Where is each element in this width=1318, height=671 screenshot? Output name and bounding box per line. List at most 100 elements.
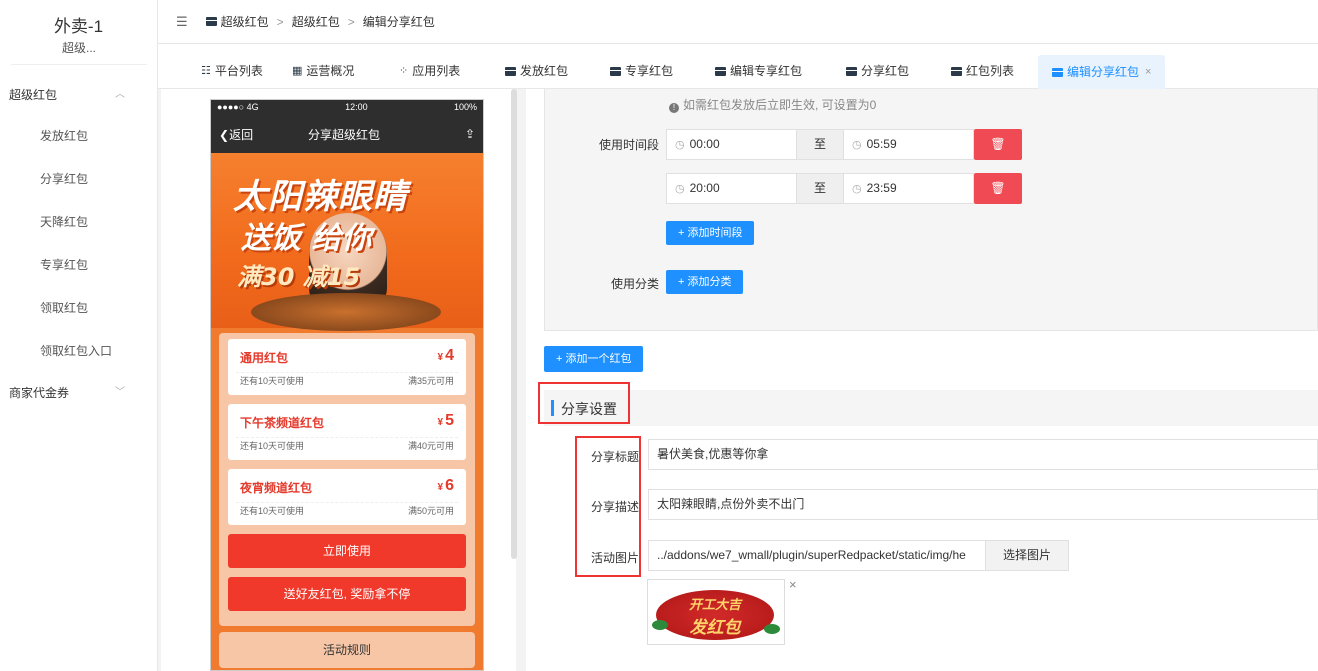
sidebar-item-receive-entry[interactable]: 领取红包入口	[0, 330, 157, 373]
breadcrumb-item[interactable]: 超级红包	[221, 13, 269, 30]
highlight-box-section	[538, 382, 630, 424]
category-label: 使用分类	[610, 277, 659, 291]
choose-image-button[interactable]: 选择图片	[985, 540, 1069, 571]
apps-icon: ⁘	[399, 65, 409, 77]
dashboard-icon: ▦	[292, 65, 303, 77]
coupon-card: 下午茶频道红包 ¥5 还有10天可使用 满40元可用	[228, 404, 466, 460]
tab-app-list[interactable]: ⁘ 应用列表	[399, 56, 460, 89]
breadcrumb-item: 编辑分享红包	[362, 15, 435, 29]
coupon-card: 夜宵频道红包 ¥6 还有10天可使用 满50元可用	[228, 469, 466, 525]
start-time-input[interactable]: ◷ 20:00	[666, 173, 797, 204]
use-now-button[interactable]: 立即使用	[228, 534, 466, 568]
envelope-icon	[715, 67, 726, 76]
sidebar-item-exclusive[interactable]: 专享红包	[0, 244, 157, 287]
tab-bar: ☷ 平台列表 ▦ 运营概况 ⁘ 应用列表 发放红包 专享红包 编辑专享红包 分享红包 …	[158, 44, 1318, 89]
topbar: ☰ 超级红包 > 超级红包 > 编辑分享红包	[158, 0, 1318, 44]
tab-edit-exclusive[interactable]: 编辑专享红包	[715, 56, 802, 89]
envelope-icon	[610, 67, 621, 76]
remove-image-icon[interactable]: ×	[789, 577, 797, 592]
activity-rules-button[interactable]: 活动规则	[219, 632, 475, 668]
clock-icon: ◷	[852, 183, 862, 195]
phone-back-button[interactable]: ❮返回	[219, 126, 253, 143]
time-range-label: 使用时间段	[598, 138, 659, 152]
chevron-up-icon: ︿	[115, 89, 125, 100]
phone-status-bar: ●●●●○ 4G 12:00 100%	[211, 100, 483, 115]
sidebar-item-receive[interactable]: 领取红包	[0, 287, 157, 330]
banner-subline: 送饭 给你	[241, 221, 372, 256]
tab-share-redpacket[interactable]: 分享红包	[846, 56, 909, 89]
start-time-input[interactable]: ◷ 00:00	[666, 129, 797, 160]
preview-scrollbar[interactable]	[511, 89, 517, 559]
main-content: ●●●●○ 4G 12:00 100% ❮返回 分享超级红包 ⇪ 太阳辣眼睛 送…	[158, 89, 1318, 671]
delete-time-button[interactable]: 🗑	[974, 173, 1022, 204]
preview-pane: ●●●●○ 4G 12:00 100% ❮返回 分享超级红包 ⇪ 太阳辣眼睛 送…	[161, 89, 517, 671]
clock-icon: ◷	[675, 139, 685, 151]
time-range-row: ◷ 20:00 至 ◷ 23:59 🗑	[666, 173, 1022, 204]
banner-headline: 太阳辣眼睛	[233, 177, 408, 217]
sidebar-item-share[interactable]: 分享红包	[0, 158, 157, 201]
time-separator: 至	[797, 129, 843, 160]
promo-banner: 太阳辣眼睛 送饭 给你 满30 减15	[211, 153, 483, 331]
app-title: 外卖-1	[53, 17, 104, 36]
sidebar-group-super-redpacket[interactable]: 超级红包 ︿	[0, 75, 157, 115]
envelope-icon	[505, 67, 516, 76]
add-time-range-button[interactable]: + 添加时间段	[666, 221, 755, 245]
redpacket-config-box: ! 如需红包发放后立即生效, 可设置为0 使用时间段 ◷ 00:00 至 ◷ 05:5…	[544, 89, 1318, 331]
envelope-icon	[1052, 68, 1063, 77]
sidebar-group-vouchers[interactable]: 商家代金券 ﹀	[0, 373, 157, 413]
tab-send-redpacket[interactable]: 发放红包	[505, 56, 568, 89]
share-settings-header: 分享设置	[544, 390, 1318, 426]
sidebar-group-label: 商家代金券	[9, 386, 70, 400]
delete-time-button[interactable]: 🗑	[974, 129, 1022, 160]
info-icon: !	[669, 103, 679, 113]
list-icon: ☷	[201, 65, 211, 77]
time-separator: 至	[797, 173, 843, 204]
chevron-down-icon: ﹀	[115, 387, 125, 398]
banner-offer: 满30 减15	[237, 263, 361, 291]
clock-icon: ◷	[675, 183, 685, 195]
app-subtitle: 超级...	[11, 39, 147, 65]
coupon-list: 通用红包 ¥4 还有10天可使用 满35元可用 下午茶频道红包 ¥5 还有10天…	[219, 333, 475, 626]
collapse-menu-icon[interactable]: ☰	[176, 14, 188, 30]
envelope-icon	[205, 17, 217, 26]
close-tab-icon[interactable]: ×	[1145, 55, 1151, 89]
form-pane: ! 如需红包发放后立即生效, 可设置为0 使用时间段 ◷ 00:00 至 ◷ 05:5…	[526, 89, 1318, 671]
end-time-input[interactable]: ◷ 23:59	[843, 173, 974, 204]
envelope-icon	[846, 67, 857, 76]
breadcrumb-separator: >	[347, 14, 355, 29]
sidebar: 外卖-1 超级... 超级红包 ︿ 发放红包 分享红包 天降红包 专享红包 领取…	[0, 0, 158, 671]
sidebar-group-label: 超级红包	[9, 88, 58, 102]
share-friends-button[interactable]: 送好友红包, 奖励拿不停	[228, 577, 466, 611]
share-title-input[interactable]: 暑伏美食,优惠等你拿	[648, 439, 1318, 470]
phone-navbar: ❮返回 分享超级红包 ⇪	[211, 115, 483, 153]
breadcrumb-item[interactable]: 超级红包	[292, 13, 340, 30]
hint-text: ! 如需红包发放后立即生效, 可设置为0	[669, 96, 876, 113]
highlight-box-fields	[575, 436, 641, 577]
phone-preview: ●●●●○ 4G 12:00 100% ❮返回 分享超级红包 ⇪ 太阳辣眼睛 送…	[210, 99, 484, 671]
time-range-row: ◷ 00:00 至 ◷ 05:59 🗑	[666, 129, 1022, 160]
chevron-left-icon: ❮	[219, 127, 230, 142]
breadcrumb-separator: >	[276, 14, 284, 29]
trash-icon: 🗑	[990, 181, 1006, 195]
image-path-input[interactable]: ../addons/we7_wmall/plugin/superRedpacke…	[648, 540, 986, 571]
tab-exclusive-redpacket[interactable]: 专享红包	[610, 56, 673, 89]
breadcrumb: 超级红包 > 超级红包 > 编辑分享红包	[205, 13, 435, 30]
add-redpacket-button[interactable]: + 添加一个红包	[544, 346, 644, 372]
sidebar-item-sky[interactable]: 天降红包	[0, 201, 157, 244]
clock-icon: ◷	[852, 139, 862, 151]
activity-image-thumbnail: 开工大吉 发红包	[647, 579, 785, 645]
share-desc-input[interactable]: 太阳辣眼睛,点份外卖不出门	[648, 489, 1318, 520]
add-category-button[interactable]: + 添加分类	[666, 270, 744, 294]
tab-operations[interactable]: ▦ 运营概况	[292, 56, 354, 89]
end-time-input[interactable]: ◷ 05:59	[843, 129, 974, 160]
coupon-card: 通用红包 ¥4 还有10天可使用 满35元可用	[228, 339, 466, 395]
tab-redpacket-list[interactable]: 红包列表	[951, 56, 1014, 89]
envelope-icon	[951, 67, 962, 76]
trash-icon: 🗑	[990, 137, 1006, 151]
tab-edit-share-redpacket[interactable]: 编辑分享红包 ×	[1038, 55, 1166, 89]
tab-platform-list[interactable]: ☷ 平台列表	[201, 56, 263, 89]
food-image	[251, 293, 441, 331]
sidebar-item-send[interactable]: 发放红包	[0, 115, 157, 158]
share-icon[interactable]: ⇪	[465, 127, 475, 141]
phone-title: 分享超级红包	[308, 127, 381, 142]
